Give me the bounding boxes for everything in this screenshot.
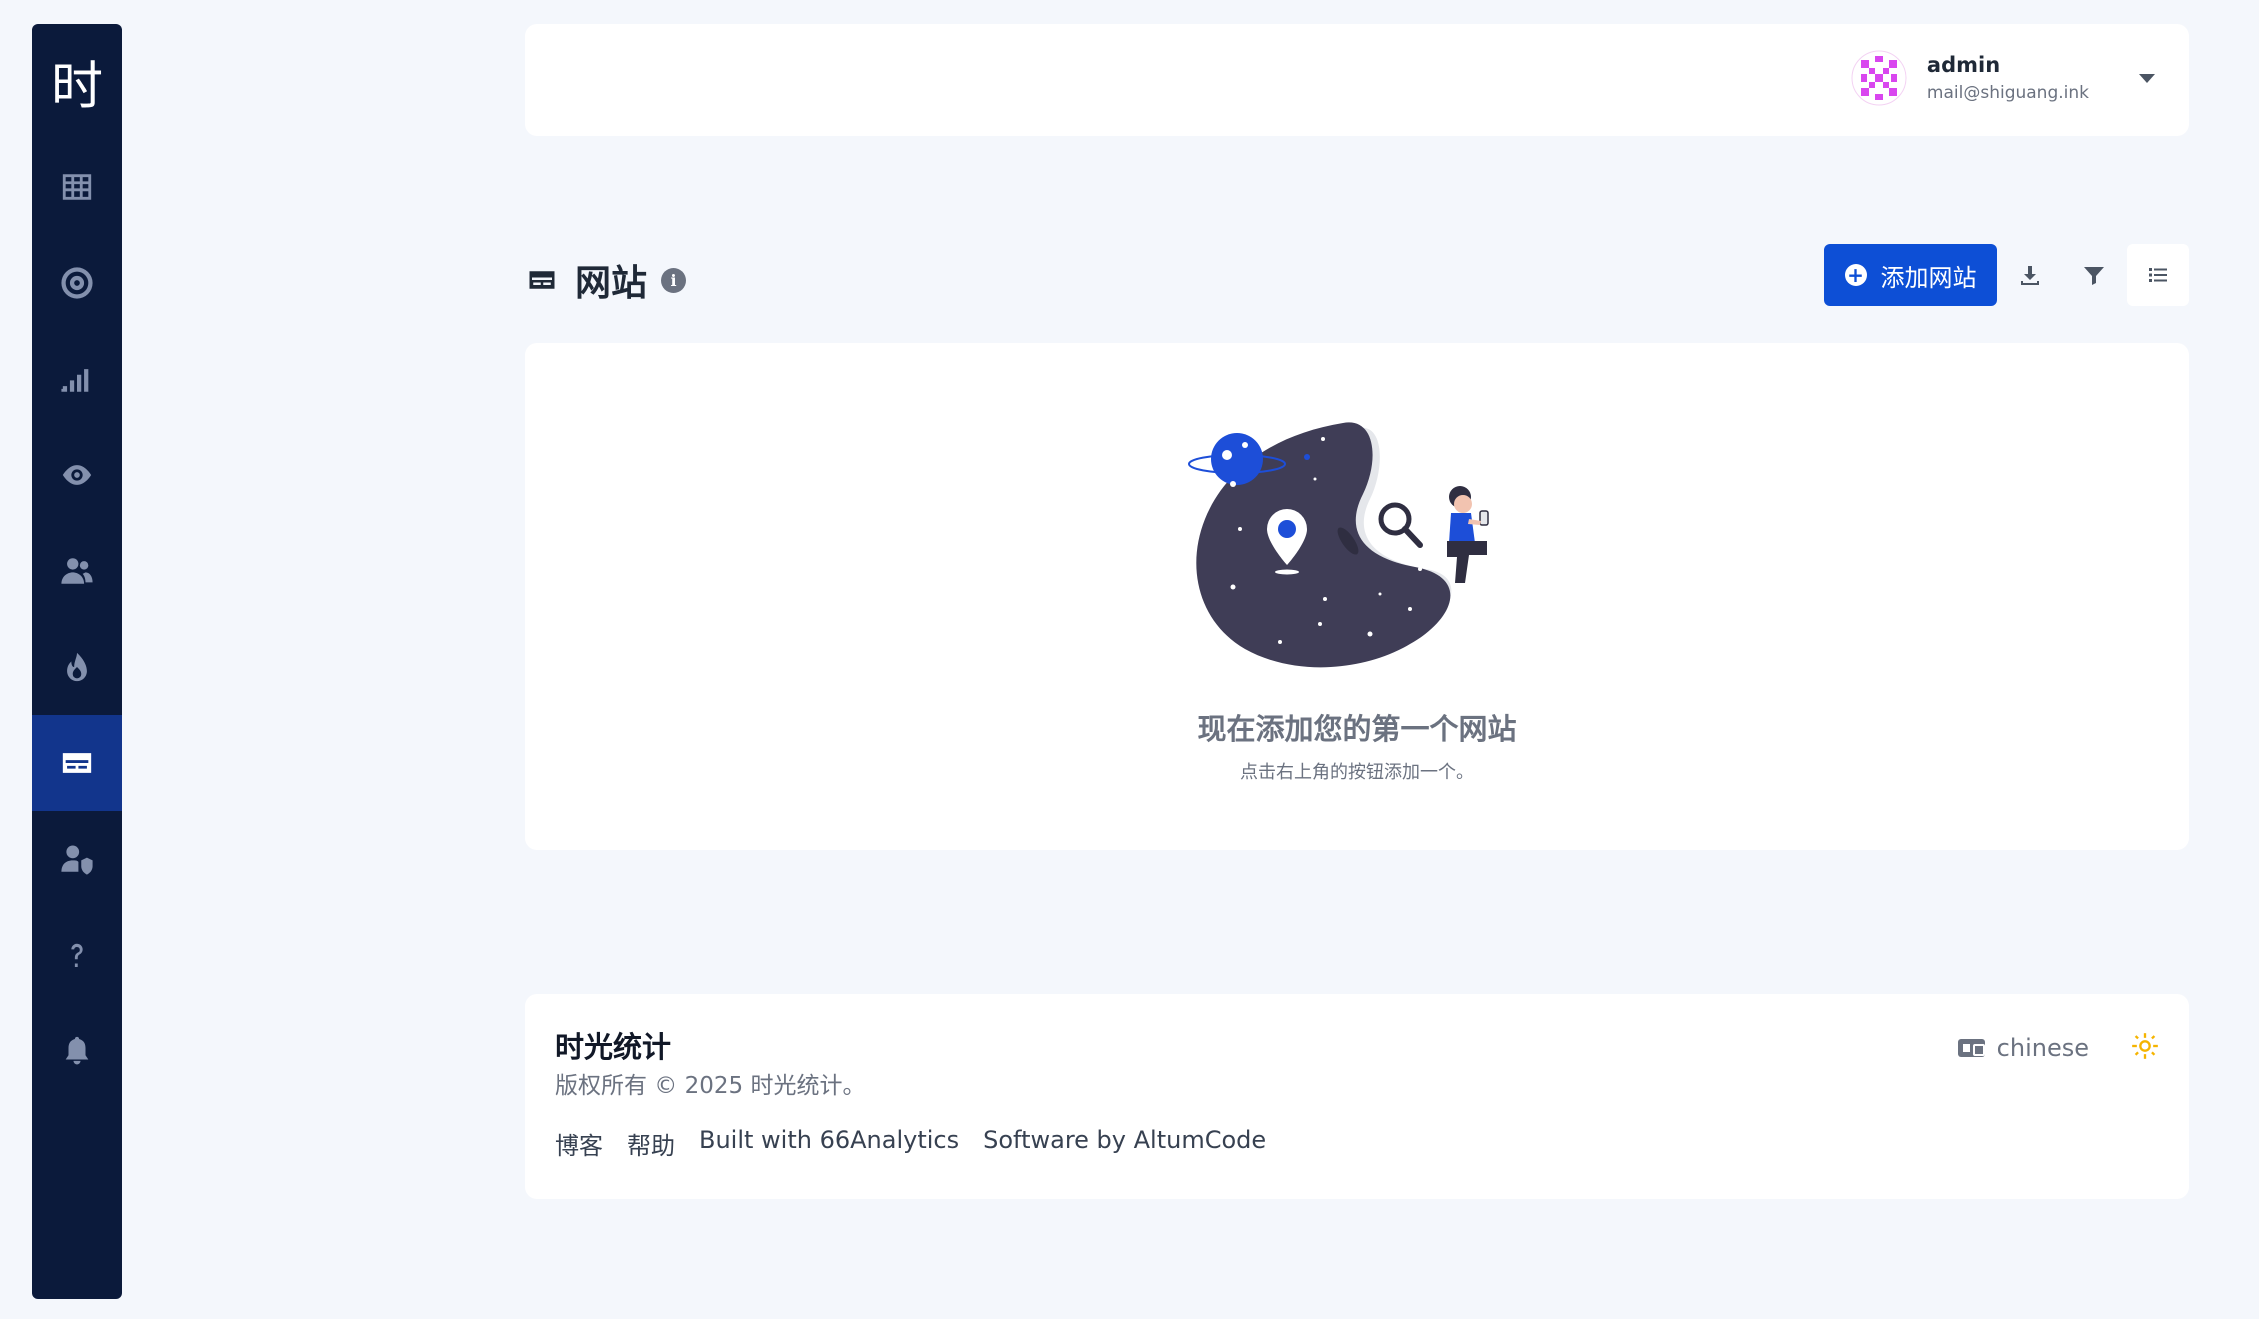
filter-icon <box>2084 267 2104 285</box>
card-icon <box>62 753 92 773</box>
sidebar-item-users[interactable] <box>32 523 122 619</box>
eye-icon <box>62 465 92 485</box>
page-header: 网站 i + 添加网站 <box>525 244 2189 308</box>
sidebar-item-realtime[interactable] <box>32 331 122 427</box>
sidebar-item-websites[interactable] <box>32 715 122 811</box>
footer-link-blog[interactable]: 博客 <box>555 1126 603 1161</box>
footer: 时光统计 版权所有 © 2025 时光统计。 博客 帮助 Built with … <box>525 994 2189 1199</box>
signal-bars-icon <box>61 369 89 392</box>
page-actions: + 添加网站 <box>1824 244 2189 306</box>
sidebar-item-dashboard[interactable] <box>32 139 122 235</box>
footer-link-built-with[interactable]: Built with 66Analytics <box>699 1126 959 1161</box>
footer-links: 博客 帮助 Built with 66Analytics Software by… <box>555 1126 1290 1161</box>
target-icon <box>61 267 93 299</box>
sidebar-item-help[interactable] <box>32 907 122 1003</box>
sidebar: 时 <box>32 24 122 1299</box>
sun-icon[interactable] <box>2131 1032 2159 1060</box>
top-header: admin mail@shiguang.ink <box>525 24 2189 136</box>
fire-icon <box>67 652 87 682</box>
download-icon <box>2021 266 2039 285</box>
add-website-button[interactable]: + 添加网站 <box>1824 244 1997 306</box>
add-website-label: 添加网站 <box>1880 263 1977 292</box>
user-email: mail@shiguang.ink <box>1926 83 2089 103</box>
footer-link-help[interactable]: 帮助 <box>627 1126 675 1161</box>
plus-circle-icon: + <box>1844 264 1867 286</box>
footer-link-software-by[interactable]: Software by AltumCode <box>983 1126 1266 1161</box>
language-label: chinese <box>1996 1034 2089 1062</box>
list-view-button[interactable] <box>2127 244 2189 306</box>
language-icon <box>1957 1039 1985 1057</box>
info-icon[interactable]: i <box>661 267 687 293</box>
grid-icon <box>62 174 92 200</box>
export-button[interactable] <box>1999 244 2061 306</box>
websites-empty-state: 现在添加您的第一个网站 点击右上角的按钮添加一个。 <box>525 343 2189 850</box>
list-icon <box>2149 268 2167 282</box>
question-icon <box>71 943 83 968</box>
user-name: admin <box>1926 53 2001 77</box>
bell-icon <box>65 1036 89 1065</box>
footer-copyright: 版权所有 © 2025 时光统计。 <box>555 1073 866 1099</box>
empty-state-subtitle: 点击右上角的按钮添加一个。 <box>1240 762 1474 783</box>
card-icon <box>529 271 555 289</box>
empty-state-title: 现在添加您的第一个网站 <box>1197 712 1517 746</box>
users-icon <box>61 558 93 584</box>
app-logo[interactable]: 时 <box>32 24 122 139</box>
user-info: admin mail@shiguang.ink <box>1927 53 2089 103</box>
language-switcher[interactable]: chinese <box>1957 1034 2089 1062</box>
sidebar-item-heatmaps[interactable] <box>32 619 122 715</box>
sidebar-item-visitors[interactable] <box>32 427 122 523</box>
sidebar-item-goals[interactable] <box>32 235 122 331</box>
page-title-group: 网站 i <box>527 254 687 306</box>
footer-brand: 时光统计 <box>555 1030 672 1064</box>
user-shield-icon <box>61 845 93 875</box>
user-menu[interactable]: admin mail@shiguang.ink <box>1851 50 2155 106</box>
sidebar-item-notifications[interactable] <box>32 1003 122 1099</box>
empty-state-illustration <box>1188 422 1489 668</box>
avatar <box>1851 50 1907 106</box>
page-title: 网站 <box>575 263 648 304</box>
sidebar-item-team[interactable] <box>32 811 122 907</box>
chevron-down-icon <box>2139 73 2155 83</box>
filter-button[interactable] <box>2063 244 2125 306</box>
